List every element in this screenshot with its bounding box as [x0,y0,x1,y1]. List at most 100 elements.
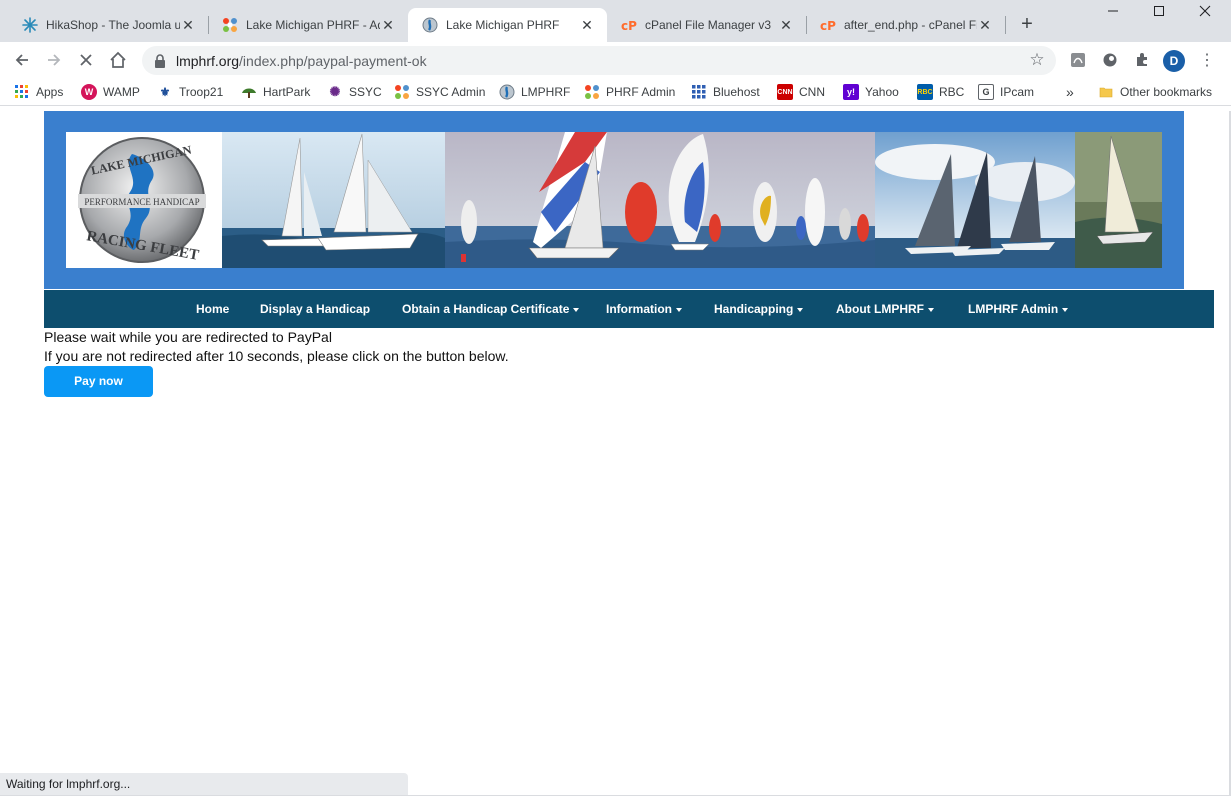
window-close-icon[interactable] [1182,4,1228,26]
nav-label: Home [196,302,230,316]
close-icon[interactable]: ✕ [380,17,396,33]
nav-label: Handicapping [714,302,794,316]
pay-now-button[interactable]: Pay now [44,366,153,397]
nav-label: Obtain a Handicap Certificate [402,302,570,316]
bookmark-other[interactable]: Other bookmarks [1098,82,1212,102]
bookmark-phrf-admin[interactable]: PHRF Admin [584,82,675,102]
tab-title: Lake Michigan PHRF [446,18,560,32]
bookmark-star-icon[interactable]: ☆ [1028,51,1046,69]
pdf-extension-icon[interactable] [1069,51,1087,69]
tab-lmphrf-active[interactable]: Lake Michigan PHRF ✕ [408,8,607,42]
bookmark-lmphrf[interactable]: LMPHRF [499,82,570,102]
bookmark-label: Other bookmarks [1120,85,1213,99]
banner-photo-sailboats-1 [222,132,445,268]
maximize-icon[interactable] [1136,4,1182,26]
bookmark-label: Troop21 [179,85,224,99]
url-text: lmphrf.org/index.php/paypal-payment-ok [176,53,427,69]
bookmarks-overflow-button[interactable]: » [1066,82,1074,102]
more-menu-icon[interactable]: ⋮ [1199,50,1215,72]
joomla-icon [222,17,238,33]
bookmark-apps[interactable]: Apps [14,82,63,102]
minimize-icon[interactable] [1090,4,1136,26]
bookmark-bluehost[interactable]: Bluehost [691,82,760,102]
bookmark-yahoo[interactable]: y! Yahoo [843,82,899,102]
profile-avatar[interactable]: D [1163,50,1185,72]
bookmark-label: SSYC Admin [416,85,486,99]
tab-title: Lake Michigan PHRF - Ad [246,18,380,32]
nav-label: Display a Handicap [260,302,371,316]
url-path: /index.php/paypal-payment-ok [239,52,427,69]
apps-grid-icon [14,84,30,100]
nav-label: LMPHRF Admin [968,302,1059,316]
bookmark-label: HartPark [263,85,311,99]
tab-hikashop[interactable]: HikaShop - The Joomla u ✕ [8,8,208,42]
nav-handicapping[interactable]: Handicapping [714,290,804,328]
joomla-icon [584,84,600,100]
caret-down-icon [573,307,580,312]
bookmark-ssyc[interactable]: ✺ SSYC [327,82,382,102]
bookmark-label: CNN [799,85,825,99]
wamp-icon: W [81,84,97,100]
tree-icon [241,84,257,100]
new-tab-button[interactable]: + [1016,14,1038,36]
bookmark-label: IPcam [1000,85,1035,99]
caret-down-icon [676,307,682,312]
nav-label: Information [606,302,672,316]
nav-admin[interactable]: LMPHRF Admin [968,290,1069,328]
bookmark-label: RBC [939,85,965,99]
tab-strip: HikaShop - The Joomla u ✕ Lake Michigan … [0,0,1231,42]
nav-about[interactable]: About LMPHRF [836,290,934,328]
back-arrow-icon[interactable] [10,48,34,72]
bookmark-label: LMPHRF [521,85,571,99]
banner-photo-sailboats-2 [875,132,1075,268]
svg-text:PERFORMANCE HANDICAP: PERFORMANCE HANDICAP [84,197,199,207]
tab-cpanel-file-manager[interactable]: cP cPanel File Manager v3 ✕ [607,8,806,42]
main-navigation: Home Display a Handicap Obtain a Handica… [44,290,1214,328]
nav-obtain-certificate[interactable]: Obtain a Handicap Certificate [402,290,580,328]
address-bar[interactable]: lmphrf.org/index.php/paypal-payment-ok ☆ [142,46,1056,75]
bookmark-ssyc-admin[interactable]: SSYC Admin [394,82,485,102]
svg-text:cP: cP [621,19,637,33]
nav-information[interactable]: Information [606,290,682,328]
browser-toolbar: lmphrf.org/index.php/paypal-payment-ok ☆… [0,42,1231,78]
site-logo[interactable]: PERFORMANCE HANDICAP LAKE MICHIGAN RACIN… [66,132,222,268]
close-icon[interactable]: ✕ [778,17,794,33]
bookmark-ipcam[interactable]: G IPcam [978,82,1034,102]
bookmark-hartpark[interactable]: HartPark [241,82,310,102]
ssyc-icon: ✺ [329,84,341,99]
rbc-icon: RBC [917,84,933,100]
header-banner: PERFORMANCE HANDICAP LAKE MICHIGAN RACIN… [66,132,1162,268]
status-bar: Waiting for lmphrf.org... [0,773,408,795]
cpanel-icon: cP [820,17,836,33]
bookmark-troop21[interactable]: ⚜ Troop21 [157,82,224,102]
tab-lmphrf-admin[interactable]: Lake Michigan PHRF - Ad ✕ [208,8,408,42]
caret-down-icon [1062,307,1069,312]
stop-loading-icon[interactable] [74,48,98,72]
circle-extension-icon[interactable] [1101,51,1119,69]
close-icon[interactable]: ✕ [579,17,595,33]
extensions-puzzle-icon[interactable] [1133,51,1151,69]
close-icon[interactable]: ✕ [180,17,196,33]
bookmark-cnn[interactable]: CNN CNN [777,82,825,102]
nav-display-handicap[interactable]: Display a Handicap [260,290,370,328]
nav-home[interactable]: Home [196,290,229,328]
tab-title: cPanel File Manager v3 [645,18,772,32]
bottom-strip [0,795,1231,807]
forward-arrow-icon[interactable] [42,48,66,72]
lmphrf-icon [499,84,515,100]
lock-icon[interactable] [152,53,168,69]
redirect-instructions: If you are not redirected after 10 secon… [44,348,509,364]
tab-after-end[interactable]: cP after_end.php - cPanel Fil ✕ [806,8,1005,42]
home-icon[interactable] [106,48,130,72]
bookmark-rbc[interactable]: RBC RBC [917,82,964,102]
hikashop-icon [22,17,38,33]
web-page: PERFORMANCE HANDICAP LAKE MICHIGAN RACIN… [0,111,1231,773]
cnn-icon: CNN [777,84,793,100]
close-icon[interactable]: ✕ [977,17,993,33]
cpanel-icon: cP [621,17,637,33]
bookmark-label: Apps [36,85,64,99]
joomla-icon [394,84,410,100]
bookmark-wamp[interactable]: W WAMP [81,82,140,102]
bookmark-label: SSYC [349,85,382,99]
svg-text:cP: cP [820,19,836,33]
